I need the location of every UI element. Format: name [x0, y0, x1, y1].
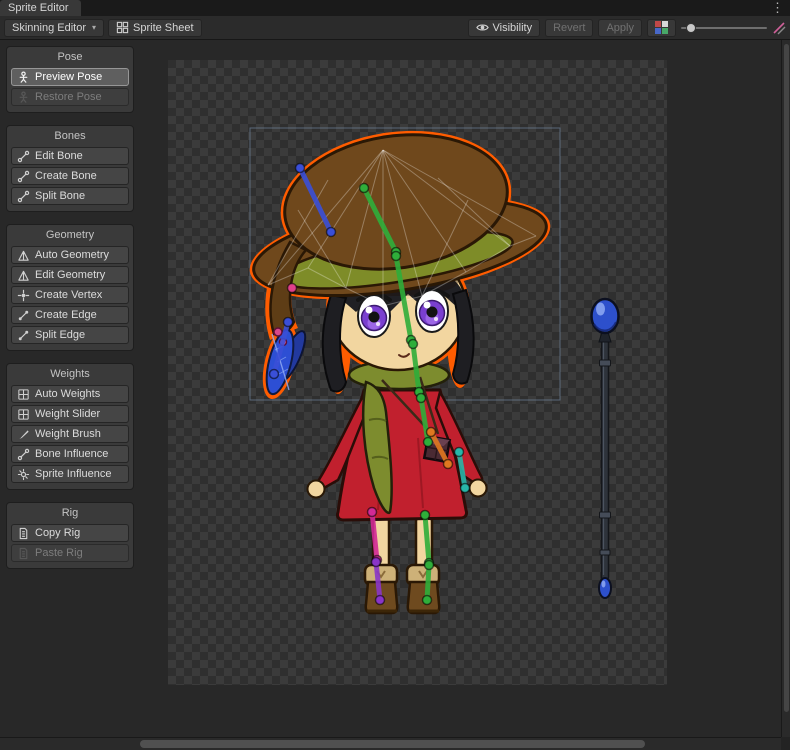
sprite-sheet-button[interactable]: Sprite Sheet — [108, 19, 202, 37]
button-label: Create Edge — [35, 309, 97, 321]
horizontal-scrollbar[interactable] — [0, 737, 781, 750]
button-label: Create Vertex — [35, 289, 102, 301]
preview-pose-button[interactable]: Preview Pose — [11, 68, 129, 86]
button-label: Edit Geometry — [35, 269, 105, 281]
brush-icon — [17, 428, 30, 441]
bone-icon — [17, 150, 30, 163]
button-label: Split Edge — [35, 329, 85, 341]
create-edge-button[interactable]: Create Edge — [11, 306, 129, 324]
restore-pose-button[interactable]: Restore Pose — [11, 88, 129, 106]
panel-title-pose: Pose — [9, 49, 131, 66]
button-label: Sprite Influence — [35, 468, 111, 480]
staff-sprite[interactable] — [592, 299, 619, 598]
panel-title-rig: Rig — [9, 505, 131, 522]
pose-icon — [17, 71, 30, 84]
visibility-button[interactable]: Visibility — [468, 19, 541, 37]
color-grid-icon — [655, 21, 668, 34]
document-icon — [17, 547, 30, 560]
button-label: Create Bone — [35, 170, 97, 182]
character-sprite[interactable] — [243, 117, 558, 613]
eye-icon — [476, 21, 489, 34]
sprite-sheet-label: Sprite Sheet — [133, 22, 194, 34]
edit-geometry-button[interactable]: Edit Geometry — [11, 266, 129, 284]
panel-rig: Rig Copy Rig Paste Rig — [6, 502, 134, 569]
button-label: Preview Pose — [35, 71, 102, 83]
vertical-scrollbar-thumb[interactable] — [784, 44, 789, 712]
bone-icon — [17, 448, 30, 461]
vertex-icon — [17, 289, 30, 302]
skinning-editor-label: Skinning Editor — [12, 22, 86, 34]
tab-label: Sprite Editor — [8, 2, 69, 14]
split-edge-button[interactable]: Split Edge — [11, 326, 129, 344]
edge-icon — [17, 329, 30, 342]
edge-icon — [17, 309, 30, 322]
panel-title-bones: Bones — [9, 128, 131, 145]
document-icon — [17, 527, 30, 540]
grid-icon — [17, 388, 30, 401]
grid-icon — [17, 408, 30, 421]
bone-influence-button[interactable]: Bone Influence — [11, 445, 129, 463]
revert-button[interactable]: Revert — [545, 19, 593, 37]
button-label: Paste Rig — [35, 547, 83, 559]
tool-sidebar: Pose Preview Pose Restore Pose Bones Edi… — [6, 46, 134, 569]
bone-icon — [17, 190, 30, 203]
mesh-icon — [17, 269, 30, 282]
weight-slider-button[interactable]: Weight Slider — [11, 405, 129, 423]
zoom-slider[interactable] — [681, 19, 767, 37]
split-bone-button[interactable]: Split Bone — [11, 187, 129, 205]
button-label: Bone Influence — [35, 448, 108, 460]
tab-bar: Sprite Editor ⋮ — [0, 0, 790, 16]
create-bone-button[interactable]: Create Bone — [11, 167, 129, 185]
edit-bone-button[interactable]: Edit Bone — [11, 147, 129, 165]
vertical-scrollbar[interactable] — [781, 40, 790, 737]
button-label: Auto Geometry — [35, 249, 109, 261]
button-label: Restore Pose — [35, 91, 102, 103]
brush-falloff-icon[interactable] — [772, 21, 786, 35]
button-label: Weight Brush — [35, 428, 101, 440]
button-label: Edit Bone — [35, 150, 83, 162]
panel-weights: Weights Auto Weights Weight Slider Weigh… — [6, 363, 134, 490]
toolbar: Skinning Editor ▾ Sprite Sheet Visibilit… — [0, 16, 790, 40]
influence-icon — [17, 468, 30, 481]
auto-geometry-button[interactable]: Auto Geometry — [11, 246, 129, 264]
sprite-influence-button[interactable]: Sprite Influence — [11, 465, 129, 483]
zoom-slider-knob[interactable] — [686, 23, 696, 33]
panel-title-geometry: Geometry — [9, 227, 131, 244]
bone-icon — [17, 170, 30, 183]
paste-rig-button[interactable]: Paste Rig — [11, 544, 129, 562]
apply-button[interactable]: Apply — [598, 19, 642, 37]
weight-brush-button[interactable]: Weight Brush — [11, 425, 129, 443]
window-menu-button[interactable]: ⋮ — [771, 0, 784, 16]
sprite-sheet-icon — [116, 21, 129, 34]
button-label: Weight Slider — [35, 408, 100, 420]
canvas-area[interactable] — [140, 40, 781, 737]
chevron-down-icon: ▾ — [92, 23, 96, 32]
sprite-texture-view[interactable] — [168, 60, 667, 685]
toolbar-right-group: Visibility Revert Apply — [468, 19, 786, 37]
character-body — [308, 361, 487, 613]
create-vertex-button[interactable]: Create Vertex — [11, 286, 129, 304]
sprite-art — [168, 60, 667, 685]
tab-sprite-editor[interactable]: Sprite Editor — [0, 0, 81, 16]
visibility-label: Visibility — [493, 22, 533, 34]
panel-bones: Bones Edit Bone Create Bone Split Bone — [6, 125, 134, 212]
auto-weights-button[interactable]: Auto Weights — [11, 385, 129, 403]
button-label: Copy Rig — [35, 527, 80, 539]
copy-rig-button[interactable]: Copy Rig — [11, 524, 129, 542]
button-label: Split Bone — [35, 190, 85, 202]
panel-geometry: Geometry Auto Geometry Edit Geometry Cre… — [6, 224, 134, 351]
button-label: Auto Weights — [35, 388, 100, 400]
pose-icon — [17, 91, 30, 104]
horizontal-scrollbar-thumb[interactable] — [140, 740, 645, 748]
mesh-icon — [17, 249, 30, 262]
color-overlay-button[interactable] — [647, 19, 676, 37]
panel-title-weights: Weights — [9, 366, 131, 383]
scrollbar-corner — [781, 737, 790, 750]
panel-pose: Pose Preview Pose Restore Pose — [6, 46, 134, 113]
skinning-editor-dropdown[interactable]: Skinning Editor ▾ — [4, 19, 104, 37]
